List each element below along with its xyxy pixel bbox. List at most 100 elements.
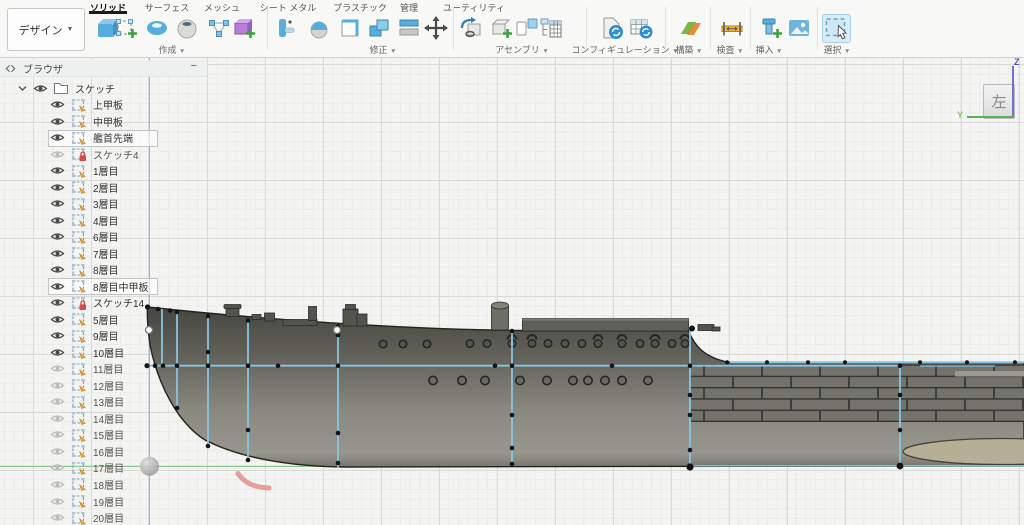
visibility-eye-icon[interactable]: [50, 479, 65, 490]
tab-4[interactable]: シート メタル: [260, 1, 317, 14]
browser-item-13[interactable]: スケッチ14: [50, 295, 144, 311]
browser-item-24[interactable]: 18層目: [50, 476, 124, 492]
origin-point[interactable]: [140, 456, 159, 476]
visibility-eye-icon[interactable]: [33, 83, 48, 94]
revolve-button[interactable]: [143, 14, 170, 41]
panel-collapse-icon[interactable]: [4, 63, 17, 74]
insert-canvas-button[interactable]: [785, 14, 812, 41]
highlighted-sketch-curve[interactable]: [235, 471, 272, 491]
visibility-eye-icon[interactable]: [50, 149, 65, 160]
panel-dropdown-6[interactable]: 検査 ▼: [717, 43, 744, 56]
bom-table-button[interactable]: [537, 14, 564, 41]
browser-item-22[interactable]: 16層目: [50, 443, 124, 459]
tab-2[interactable]: サーフェス: [145, 1, 189, 14]
primitive-box-button[interactable]: [230, 14, 257, 41]
browser-item-12[interactable]: 8層目中甲板: [50, 278, 149, 294]
measure-button[interactable]: [718, 14, 745, 41]
visibility-eye-icon[interactable]: [50, 462, 65, 473]
configure-table-button[interactable]: [627, 14, 654, 41]
browser-item-3[interactable]: 艦首先端: [50, 130, 133, 146]
visibility-eye-icon[interactable]: [50, 380, 65, 391]
insert-fastener-button[interactable]: [757, 14, 784, 41]
browser-item-1[interactable]: 上甲板: [50, 97, 123, 113]
browser-item-4[interactable]: スケッチ4: [50, 146, 139, 162]
visibility-eye-icon[interactable]: [50, 215, 65, 226]
visibility-eye-icon[interactable]: [50, 281, 65, 292]
visibility-eye-icon[interactable]: [50, 297, 65, 308]
browser-item-7[interactable]: 3層目: [50, 196, 119, 212]
visibility-eye-icon[interactable]: [50, 330, 65, 341]
browser-item-21[interactable]: 15層目: [50, 427, 124, 443]
visibility-eye-icon[interactable]: [50, 347, 65, 358]
expand-chevron-icon[interactable]: [18, 85, 27, 92]
visibility-eye-icon[interactable]: [50, 429, 65, 440]
browser-item-20[interactable]: 14層目: [50, 410, 124, 426]
select-window-icon: [825, 17, 847, 39]
browser-item-5[interactable]: 1層目: [50, 163, 119, 179]
visibility-eye-icon[interactable]: [50, 99, 65, 110]
visibility-eye-icon[interactable]: [50, 198, 65, 209]
panel-dropdown-4[interactable]: コンフィギュレーション ▼: [571, 43, 678, 56]
panel-dropdown-1[interactable]: 作成 ▼: [159, 43, 186, 56]
browser-item-23[interactable]: 17層目: [50, 460, 124, 476]
hole-button[interactable]: [173, 14, 200, 41]
mesh-web-button[interactable]: [205, 14, 232, 41]
browser-item-9[interactable]: 6層目: [50, 229, 119, 245]
browser-item-14[interactable]: 5層目: [50, 311, 119, 327]
sketch-icon: [72, 230, 87, 244]
move-button[interactable]: [422, 14, 449, 41]
split-button[interactable]: [395, 14, 422, 41]
select-window-button[interactable]: [822, 14, 851, 43]
visibility-eye-icon[interactable]: [50, 182, 65, 193]
browser-item-10[interactable]: 7層目: [50, 245, 119, 261]
combine-button[interactable]: [365, 14, 392, 41]
insert-component-button[interactable]: [487, 14, 514, 41]
panel-dropdown-2[interactable]: 修正 ▼: [370, 43, 397, 56]
browser-folder-sketches[interactable]: スケッチ: [18, 80, 115, 96]
visibility-eye-icon[interactable]: [50, 165, 65, 176]
configure-design-button[interactable]: [598, 14, 625, 41]
browser-panel-header[interactable]: ブラウザ −: [0, 60, 207, 77]
visibility-eye-icon[interactable]: [50, 496, 65, 507]
visibility-eye-icon[interactable]: [50, 248, 65, 259]
browser-item-15[interactable]: 9層目: [50, 328, 119, 344]
panel-dropdown-5[interactable]: 構築 ▼: [676, 43, 703, 56]
browser-item-11[interactable]: 8層目: [50, 262, 119, 278]
tab-5[interactable]: プラスチック: [333, 1, 387, 14]
browser-item-19[interactable]: 13層目: [50, 394, 124, 410]
workspace-switcher[interactable]: デザイン ▼: [7, 8, 85, 51]
visibility-eye-icon[interactable]: [50, 231, 65, 242]
visibility-eye-icon[interactable]: [50, 314, 65, 325]
panel-dropdown-3[interactable]: アセンブリ ▼: [495, 43, 549, 56]
browser-item-25[interactable]: 19層目: [50, 493, 124, 509]
visibility-eye-icon[interactable]: [50, 116, 65, 127]
flange-button[interactable]: [272, 14, 299, 41]
visibility-eye-icon[interactable]: [50, 512, 65, 523]
visibility-eye-icon[interactable]: [50, 132, 65, 143]
browser-item-2[interactable]: 中甲板: [50, 113, 123, 129]
minimize-icon[interactable]: −: [191, 60, 197, 72]
browser-item-16[interactable]: 10層目: [50, 344, 124, 360]
browser-item-8[interactable]: 4層目: [50, 212, 119, 228]
create-sketch-button[interactable]: [112, 14, 139, 41]
new-component-button[interactable]: [458, 14, 485, 41]
visibility-eye-icon[interactable]: [50, 264, 65, 275]
browser-item-6[interactable]: 2層目: [50, 179, 119, 195]
visibility-eye-icon[interactable]: [50, 363, 65, 374]
browser-item-26[interactable]: 20層目: [50, 510, 124, 525]
joint-button[interactable]: [513, 14, 540, 41]
bend-button[interactable]: [305, 14, 332, 41]
panel-dropdown-8[interactable]: 選択 ▼: [824, 43, 851, 56]
sketch-icon: [72, 428, 87, 442]
visibility-eye-icon[interactable]: [50, 396, 65, 407]
viewcube[interactable]: 左: [983, 84, 1015, 119]
visibility-eye-icon[interactable]: [50, 413, 65, 424]
browser-item-17[interactable]: 11層目: [50, 361, 123, 377]
press-pull-button[interactable]: [337, 14, 364, 41]
construct-plane-button[interactable]: [677, 14, 704, 41]
tab-3[interactable]: メッシュ: [204, 1, 240, 14]
visibility-eye-icon[interactable]: [50, 446, 65, 457]
tab-6[interactable]: 管理: [400, 1, 418, 14]
browser-item-18[interactable]: 12層目: [50, 377, 124, 393]
panel-dropdown-7[interactable]: 挿入 ▼: [756, 43, 783, 56]
